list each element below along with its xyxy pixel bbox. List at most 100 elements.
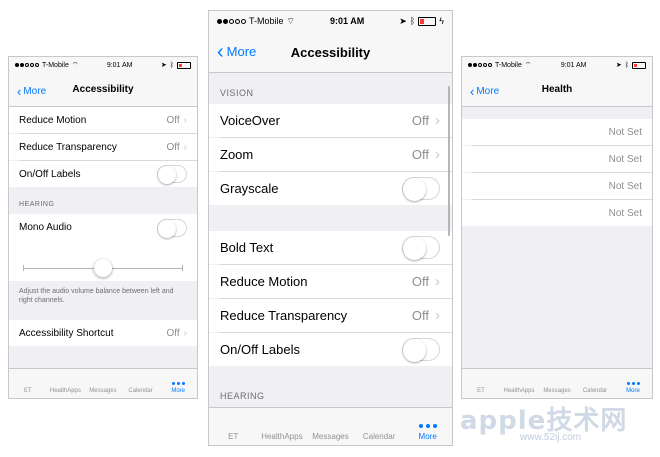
tab-more[interactable]: More xyxy=(159,369,197,398)
tab-more[interactable]: More xyxy=(403,408,452,445)
back-button[interactable]: ‹ More xyxy=(217,42,256,62)
row-value: Off xyxy=(411,147,429,162)
row-accessibility-shortcut[interactable]: Accessibility Shortcut Off › xyxy=(9,320,197,346)
status-time: 9:01 AM xyxy=(330,16,365,26)
chevron-right-icon: › xyxy=(435,307,440,324)
balance-footnote: Adjust the audio volume balance between … xyxy=(19,288,174,305)
row-label: Grayscale xyxy=(220,181,279,196)
tab-bar: ET HealthApps Messages Calendar More xyxy=(462,368,652,398)
row-value: Off xyxy=(411,274,429,289)
location-icon: ➤ xyxy=(615,62,622,69)
row-label: Reduce Transparency xyxy=(19,141,117,153)
back-label: More xyxy=(23,86,47,97)
row-reduce-motion[interactable]: Reduce Motion Off › xyxy=(9,107,197,133)
row-reduce-transparency[interactable]: Reduce Transparency Off › xyxy=(9,134,197,160)
row-label: Reduce Motion xyxy=(220,274,308,289)
health-row[interactable]: Not Set xyxy=(462,146,652,172)
location-icon: ➤ xyxy=(399,15,407,26)
row-voiceover[interactable]: VoiceOver Off › xyxy=(209,104,452,137)
chevron-right-icon: › xyxy=(435,273,440,290)
tab-healthapps[interactable]: HealthApps xyxy=(47,369,85,398)
chevron-left-icon: ‹ xyxy=(470,84,475,99)
signal-icon xyxy=(217,18,246,24)
tab-calendar[interactable]: Calendar xyxy=(122,369,160,398)
signal-icon xyxy=(15,63,39,67)
tab-calendar[interactable]: Calendar xyxy=(576,369,614,398)
tab-bar: ET HealthApps Messages Calendar More xyxy=(209,407,452,445)
row-label: Bold Text xyxy=(220,240,274,255)
battery-icon xyxy=(631,61,646,69)
back-button[interactable]: ‹ More xyxy=(17,84,46,99)
row-value: Off xyxy=(166,327,180,339)
scrollbar[interactable] xyxy=(448,86,450,236)
nav-bar: ‹ More Accessibility xyxy=(9,73,197,107)
row-zoom[interactable]: Zoom Off › xyxy=(209,138,452,171)
row-reduce-transparency[interactable]: Reduce Transparency Off › xyxy=(209,299,452,332)
grayscale-toggle[interactable] xyxy=(402,177,440,201)
tab-et[interactable]: ET xyxy=(209,408,258,445)
row-label: VoiceOver xyxy=(220,113,280,128)
status-bar: T-Mobile ⌔ 9:01 AM ➤ ᛒ ϟ xyxy=(209,11,452,31)
slider-tick-left xyxy=(23,265,24,271)
chevron-right-icon: › xyxy=(183,327,187,339)
left-phone-screen: T-Mobile ⌔ 9:01 AM ➤ ᛒ ‹ More Accessibil… xyxy=(8,56,198,399)
watermark-url: www.52ij.com xyxy=(520,432,582,443)
row-value: Off xyxy=(411,308,429,323)
more-icon xyxy=(417,424,438,432)
chevron-right-icon: › xyxy=(183,141,187,153)
chevron-right-icon: › xyxy=(183,114,187,126)
row-label: Mono Audio xyxy=(19,222,72,233)
tab-et[interactable]: ET xyxy=(462,369,500,398)
status-bar: T-Mobile ⌔ 9:01 AM ➤ ᛒ xyxy=(9,57,197,73)
row-label: On/Off Labels xyxy=(220,342,300,357)
tab-bar: ET HealthApps Messages Calendar More xyxy=(9,368,197,398)
center-phone-screen: T-Mobile ⌔ 9:01 AM ➤ ᛒ ϟ ‹ More Accessib… xyxy=(208,10,453,446)
row-label: On/Off Labels xyxy=(19,168,81,180)
carrier-label: T-Mobile xyxy=(495,61,522,69)
row-value: Not Set xyxy=(608,180,642,192)
bluetooth-icon: ᛒ xyxy=(169,61,174,69)
row-reduce-motion[interactable]: Reduce Motion Off › xyxy=(209,265,452,298)
row-label: Zoom xyxy=(220,147,254,162)
carrier-label: T-Mobile xyxy=(42,61,69,69)
tab-messages[interactable]: Messages xyxy=(84,369,122,398)
battery-icon xyxy=(418,16,437,26)
tab-healthapps[interactable]: HealthApps xyxy=(258,408,307,445)
onoff-labels-toggle[interactable] xyxy=(402,338,440,362)
health-row[interactable]: Not Set xyxy=(462,119,652,145)
tab-calendar[interactable]: Calendar xyxy=(355,408,404,445)
tab-et[interactable]: ET xyxy=(9,369,47,398)
battery-icon xyxy=(176,61,191,69)
row-value: Off xyxy=(166,141,180,153)
row-mono-audio: Mono Audio xyxy=(9,214,197,241)
chevron-left-icon: ‹ xyxy=(17,84,22,99)
health-row[interactable]: Not Set xyxy=(462,200,652,226)
wifi-icon: ⌔ xyxy=(286,15,295,26)
tab-more[interactable]: More xyxy=(614,369,652,398)
bold-text-toggle[interactable] xyxy=(402,236,440,260)
row-onoff-labels: On/Off Labels xyxy=(209,333,452,366)
section-header-vision: VISION xyxy=(220,88,254,98)
nav-bar: ‹ More Health xyxy=(462,73,652,107)
bluetooth-icon: ᛒ xyxy=(624,61,629,69)
row-label: Reduce Motion xyxy=(19,114,87,126)
balance-slider-thumb[interactable] xyxy=(94,259,112,277)
tab-messages[interactable]: Messages xyxy=(306,408,355,445)
health-row[interactable]: Not Set xyxy=(462,173,652,199)
wifi-icon: ⌔ xyxy=(71,61,79,69)
row-value: Off xyxy=(411,113,429,128)
balance-slider-row xyxy=(9,241,197,281)
carrier-label: T-Mobile xyxy=(249,16,284,26)
onoff-labels-toggle[interactable] xyxy=(157,165,187,184)
mono-audio-toggle[interactable] xyxy=(157,218,187,238)
back-label: More xyxy=(476,86,500,97)
status-bar: T-Mobile ⌔ 9:01 AM ➤ ᛒ xyxy=(462,57,652,73)
tab-healthapps[interactable]: HealthApps xyxy=(500,369,538,398)
tab-messages[interactable]: Messages xyxy=(538,369,576,398)
charging-icon: ϟ xyxy=(439,16,444,26)
row-value: Not Set xyxy=(608,207,642,219)
back-button[interactable]: ‹ More xyxy=(470,84,499,99)
location-icon: ➤ xyxy=(160,62,167,69)
row-value: Not Set xyxy=(608,153,642,165)
nav-bar: ‹ More Accessibility xyxy=(209,31,452,73)
